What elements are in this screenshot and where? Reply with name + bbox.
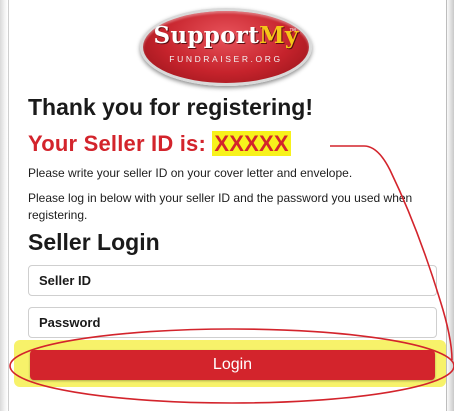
- device-frame-left-edge: [0, 0, 9, 411]
- instruction-log-in: Please log in below with your seller ID …: [28, 191, 413, 222]
- seller-id-statement: Your Seller ID is: XXXXX: [28, 131, 291, 157]
- registration-confirmation-screen: SupportMy ™ FUNDRAISER.ORG Thank you for…: [0, 0, 454, 411]
- device-frame-right-edge: [446, 0, 454, 411]
- logo-word-support: Support: [153, 22, 260, 49]
- logo-trademark-mark: ™: [289, 28, 296, 35]
- page-title: Thank you for registering!: [28, 94, 313, 120]
- logo-word-my: My: [259, 22, 299, 49]
- password-input[interactable]: [29, 308, 436, 337]
- seller-id-input[interactable]: [29, 266, 436, 295]
- supportmyfundraiser-logo: SupportMy ™ FUNDRAISER.ORG: [140, 8, 312, 86]
- seller-id-value: XXXXX: [212, 131, 291, 156]
- password-field: [28, 307, 437, 338]
- logo-wordmark: SupportMy: [140, 22, 312, 49]
- seller-id-field: [28, 265, 437, 296]
- seller-login-heading: Seller Login: [28, 229, 160, 255]
- seller-id-label: Your Seller ID is:: [28, 131, 213, 156]
- logo-subtitle: FUNDRAISER.ORG: [169, 54, 283, 64]
- instruction-write-id: Please write your seller ID on your cove…: [28, 166, 353, 180]
- login-button[interactable]: Login: [30, 350, 435, 380]
